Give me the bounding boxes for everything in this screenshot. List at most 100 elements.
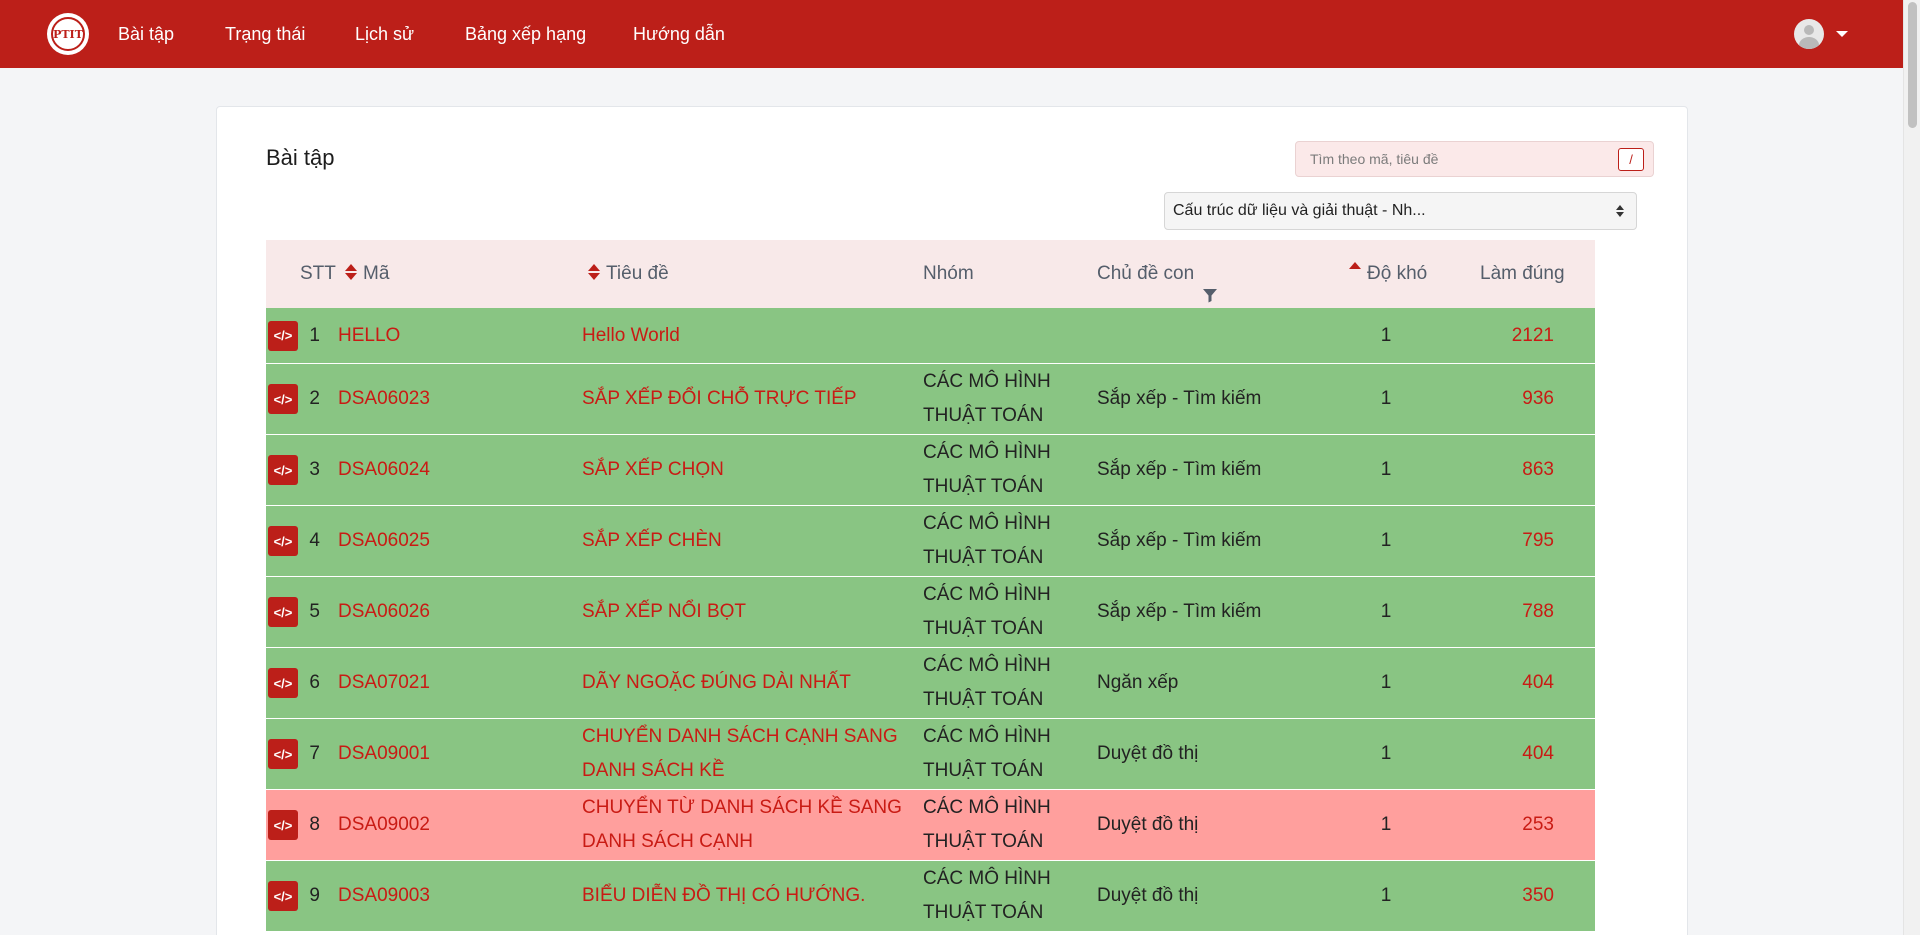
problem-title-link[interactable]: SẮP XẾP NỔI BỌT: [582, 577, 912, 647]
row-stt: 7: [309, 743, 320, 764]
problem-group: [923, 308, 1063, 363]
problem-solved-count[interactable]: 404: [1466, 648, 1554, 718]
nav-item-trang-thai[interactable]: Trạng thái: [225, 0, 305, 68]
header-topic[interactable]: Chủ đề con: [1097, 240, 1218, 308]
problem-solved-count[interactable]: 2121: [1466, 308, 1554, 363]
problem-code-link[interactable]: DSA09002: [338, 790, 430, 860]
problem-difficulty: 1: [1380, 672, 1392, 693]
problem-title-link[interactable]: SẮP XẾP CHỌN: [582, 435, 912, 505]
header-topic-label: Chủ đề con: [1097, 263, 1195, 284]
code-icon[interactable]: </>: [268, 455, 298, 485]
problem-difficulty: 1: [1380, 814, 1392, 835]
problem-solved-count[interactable]: 788: [1466, 577, 1554, 647]
search-input[interactable]: [1296, 142, 1596, 176]
problem-group: CÁC MÔ HÌNH THUẬT TOÁN: [923, 371, 1051, 426]
code-icon[interactable]: </>: [268, 597, 298, 627]
problem-title-link[interactable]: BIỂU DIỄN ĐỒ THỊ CÓ HƯỚNG.: [582, 861, 912, 931]
row-stt: 3: [309, 459, 320, 480]
problem-group: CÁC MÔ HÌNH THUẬT TOÁN: [923, 797, 1051, 852]
header-stt: STT: [300, 263, 336, 284]
problem-title-link[interactable]: SẮP XẾP ĐỔI CHỖ TRỰC TIẾP: [582, 364, 912, 434]
code-icon[interactable]: </>: [268, 384, 298, 414]
problem-title-link[interactable]: CHUYỂN DANH SÁCH CẠNH SANG DANH SÁCH KỀ: [582, 719, 912, 789]
problem-code-link[interactable]: DSA06024: [338, 435, 430, 505]
problem-code-link[interactable]: DSA09003: [338, 861, 430, 931]
nav-item-huong-dan[interactable]: Hướng dẫn: [633, 0, 725, 68]
problem-difficulty: 1: [1380, 743, 1392, 764]
page-scrollbar[interactable]: [1903, 0, 1920, 935]
header-difficulty[interactable]: Độ khó: [1349, 240, 1427, 308]
row-stt: 2: [309, 388, 320, 409]
header-group: Nhóm: [923, 263, 974, 284]
site-logo[interactable]: PTIT: [47, 13, 89, 55]
problem-title-link[interactable]: CHUYỂN TỪ DANH SÁCH KỀ SANG DANH SÁCH CẠ…: [582, 790, 912, 860]
select-arrows-icon: [1616, 205, 1624, 217]
chevron-down-icon: [1836, 31, 1848, 37]
row-stt: 4: [309, 530, 320, 551]
filter-icon[interactable]: [1202, 264, 1218, 303]
course-select-value: Cấu trúc dữ liệu và giải thuật - Nh...: [1173, 202, 1426, 219]
code-icon[interactable]: </>: [268, 881, 298, 911]
table-body: </> 1 HELLO Hello World 1 2121 </> 2 DSA06023 SẮP…: [266, 308, 1595, 932]
problem-difficulty: 1: [1380, 601, 1392, 622]
problem-topic: Duyệt đồ thị: [1097, 743, 1199, 764]
nav-item-bai-tap[interactable]: Bài tập: [118, 0, 174, 68]
logo-mark: PTIT: [51, 17, 85, 51]
problem-solved-count[interactable]: 863: [1466, 435, 1554, 505]
problem-code-link[interactable]: DSA06023: [338, 364, 430, 434]
problem-solved-count[interactable]: 795: [1466, 506, 1554, 576]
problem-title-link[interactable]: SẮP XẾP CHÈN: [582, 506, 912, 576]
problem-topic: Sắp xếp - Tìm kiếm: [1097, 388, 1262, 409]
problem-solved-count[interactable]: 936: [1466, 364, 1554, 434]
row-stt: 5: [309, 601, 320, 622]
code-icon[interactable]: </>: [268, 810, 298, 840]
user-menu[interactable]: [1794, 19, 1848, 49]
top-navbar: PTIT Bài tập Trạng thái Lịch sử Bảng xếp…: [0, 0, 1920, 68]
problem-code-link[interactable]: DSA06025: [338, 506, 430, 576]
header-solved: Làm đúng: [1480, 263, 1565, 284]
problem-solved-count[interactable]: 404: [1466, 719, 1554, 789]
nav-item-lich-su[interactable]: Lịch sử: [355, 0, 414, 68]
problem-topic: Ngăn xếp: [1097, 672, 1179, 693]
problem-topic: Duyệt đồ thị: [1097, 814, 1199, 835]
course-select[interactable]: Cấu trúc dữ liệu và giải thuật - Nh...: [1164, 192, 1637, 230]
table-row: </> 3 DSA06024 SẮP XẾP CHỌN CÁC MÔ HÌNH THUẬ…: [266, 435, 1595, 506]
table-row: </> 1 HELLO Hello World 1 2121: [266, 308, 1595, 364]
nav-item-bang-xep-hang[interactable]: Bảng xếp hạng: [465, 0, 586, 68]
problem-code-link[interactable]: DSA07021: [338, 648, 430, 718]
user-avatar-icon: [1794, 19, 1824, 49]
problem-title-link[interactable]: DÃY NGOẶC ĐÚNG DÀI NHẤT: [582, 648, 912, 718]
header-code[interactable]: Mã: [345, 240, 389, 308]
problem-difficulty: 1: [1380, 459, 1392, 480]
table-row: </> 5 DSA06026 SẮP XẾP NỔI BỌT CÁC MÔ HÌNH T…: [266, 577, 1595, 648]
table-row: </> 2 DSA06023 SẮP XẾP ĐỔI CHỖ TRỰC TIẾP CÁC…: [266, 364, 1595, 435]
code-icon[interactable]: </>: [268, 739, 298, 769]
problem-difficulty: 1: [1380, 324, 1392, 346]
problem-code-link[interactable]: HELLO: [338, 308, 400, 363]
code-icon[interactable]: </>: [268, 668, 298, 698]
problem-group: CÁC MÔ HÌNH THUẬT TOÁN: [923, 726, 1051, 781]
problem-group: CÁC MÔ HÌNH THUẬT TOÁN: [923, 655, 1051, 710]
problem-group: CÁC MÔ HÌNH THUẬT TOÁN: [923, 442, 1051, 497]
problem-solved-count[interactable]: 350: [1466, 861, 1554, 931]
problem-group: CÁC MÔ HÌNH THUẬT TOÁN: [923, 584, 1051, 639]
row-stt: 1: [309, 324, 320, 346]
problem-code-link[interactable]: DSA09001: [338, 719, 430, 789]
code-icon[interactable]: </>: [268, 526, 298, 556]
header-title[interactable]: Tiêu đề: [588, 240, 669, 308]
table-row: </> 7 DSA09001 CHUYỂN DANH SÁCH CẠNH SANG D…: [266, 719, 1595, 790]
problem-title-link[interactable]: Hello World: [582, 308, 912, 363]
table-row: </> 6 DSA07021 DÃY NGOẶC ĐÚNG DÀI NHẤT CÁC M…: [266, 648, 1595, 719]
table-row: </> 4 DSA06025 SẮP XẾP CHÈN CÁC MÔ HÌNH THUẬ…: [266, 506, 1595, 577]
table-header: STT Mã Tiêu đề Nhóm Chủ đề con Độ khó Là…: [266, 240, 1595, 308]
problem-code-link[interactable]: DSA06026: [338, 577, 430, 647]
row-stt: 8: [309, 814, 320, 835]
problems-card: Bài tập / Cấu trúc dữ liệu và giải thuật…: [216, 106, 1688, 935]
sort-icon: [588, 263, 600, 280]
search-box: /: [1295, 141, 1654, 177]
problem-topic: Duyệt đồ thị: [1097, 885, 1199, 906]
scrollbar-thumb[interactable]: [1908, 2, 1917, 128]
sort-icon: [345, 263, 357, 280]
code-icon[interactable]: </>: [268, 320, 298, 351]
problem-solved-count[interactable]: 253: [1466, 790, 1554, 860]
